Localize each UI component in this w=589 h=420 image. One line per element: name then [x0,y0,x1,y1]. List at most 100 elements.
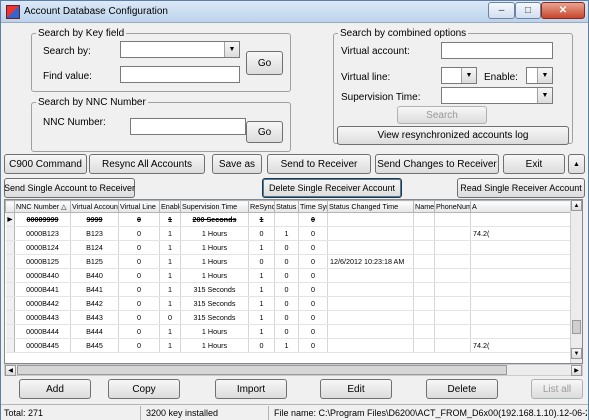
table-cell[interactable]: 200 Seconds [180,212,249,227]
table-row[interactable]: 0000B442 B442 0 1 315 Seconds 1 0 0 [5,296,582,311]
table-cell[interactable]: 0 [118,212,160,227]
table-cell[interactable]: 0 [118,324,160,339]
table-cell[interactable]: 1 [159,212,181,227]
scroll-up-icon[interactable]: ▲ [571,200,582,211]
table-cell[interactable]: B440 [70,268,119,283]
accounts-grid[interactable]: NNC Number △ Virtual Account Virtual Lin… [4,199,583,364]
table-cell[interactable]: 0 [248,226,275,241]
resync-all-button[interactable]: Resync All Accounts [89,154,205,174]
table-cell[interactable] [413,226,435,241]
table-cell[interactable]: 0 [118,240,160,255]
table-cell[interactable]: 315 Seconds [180,310,249,325]
table-cell[interactable] [327,240,414,255]
virtual-account-input[interactable] [441,42,553,59]
import-button[interactable]: Import [215,379,287,399]
column-header-phone-num[interactable]: PhoneNum [434,200,471,213]
table-cell[interactable]: 1 [159,282,181,297]
close-button[interactable]: ✕ [541,2,585,19]
table-cell[interactable]: 0 [118,296,160,311]
table-row[interactable]: 0000B445 B445 0 1 1 Hours 0 1 0 74.2( [5,338,582,353]
table-cell[interactable] [434,324,471,339]
table-cell[interactable]: 1 [159,324,181,339]
table-cell[interactable] [413,338,435,353]
table-cell[interactable]: 0 [118,282,160,297]
column-header-status[interactable]: Status [274,200,299,213]
table-cell[interactable] [413,324,435,339]
table-cell[interactable]: 0 [298,296,328,311]
table-cell[interactable] [470,212,582,227]
table-cell[interactable] [434,296,471,311]
table-cell[interactable]: 0 [298,324,328,339]
table-cell[interactable]: B125 [70,254,119,269]
delete-button[interactable]: Delete [426,379,498,399]
table-cell[interactable] [413,212,435,227]
table-cell[interactable]: 315 Seconds [180,282,249,297]
nnc-go-button[interactable]: Go [246,121,283,143]
scroll-down-icon[interactable]: ▼ [571,348,582,359]
table-row[interactable]: 0000B123 B123 0 1 1 Hours 0 1 0 74.2( [5,226,582,241]
edit-button[interactable]: Edit [320,379,392,399]
table-cell[interactable]: 1 [248,212,275,227]
table-row[interactable]: 0000B440 B440 0 1 1 Hours 1 0 0 [5,268,582,283]
add-button[interactable]: Add [19,379,91,399]
table-cell[interactable]: 0 [248,254,275,269]
table-cell[interactable] [470,324,582,339]
table-cell[interactable]: 9999 [70,212,119,227]
enable-select[interactable]: ▼ [526,67,553,84]
table-cell[interactable]: 0 [298,212,328,227]
table-cell[interactable]: 0000B124 [14,240,71,255]
view-log-button[interactable]: View resynchronized accounts log [337,126,569,145]
table-cell[interactable]: 1 Hours [180,324,249,339]
column-header-virtual-line[interactable]: Virtual Line [118,200,160,213]
delete-single-account-button[interactable]: Delete Single Receiver Account [262,178,402,198]
table-cell[interactable]: 1 [248,240,275,255]
table-cell[interactable] [327,212,414,227]
table-cell[interactable]: 0 [298,240,328,255]
table-row[interactable]: 0000B444 B444 0 1 1 Hours 1 0 0 [5,324,582,339]
table-cell[interactable]: 0000B444 [14,324,71,339]
table-cell[interactable]: 1 [159,254,181,269]
table-cell[interactable] [327,282,414,297]
table-cell[interactable] [434,338,471,353]
table-cell[interactable]: 0000B441 [14,282,71,297]
table-cell[interactable]: 0000B440 [14,268,71,283]
table-cell[interactable]: 0000B123 [14,226,71,241]
table-cell[interactable] [274,212,299,227]
table-cell[interactable]: 0 [274,240,299,255]
table-cell[interactable]: 0 [118,226,160,241]
minimize-button[interactable]: – [488,2,515,19]
virtual-line-select[interactable]: ▼ [441,67,477,84]
horizontal-scrollbar[interactable]: ◀ ▶ [4,364,583,376]
table-cell[interactable] [327,268,414,283]
table-cell[interactable] [434,268,471,283]
table-cell[interactable]: 1 Hours [180,268,249,283]
table-cell[interactable] [327,296,414,311]
column-header-nnc-number[interactable]: NNC Number △ [14,200,71,213]
list-all-button[interactable]: List all [531,379,583,399]
table-cell[interactable] [413,240,435,255]
key-go-button[interactable]: Go [246,51,283,75]
table-cell[interactable]: 0 [274,324,299,339]
table-cell[interactable] [327,226,414,241]
table-cell[interactable]: 1 Hours [180,226,249,241]
table-cell[interactable]: 1 [274,226,299,241]
table-cell[interactable]: B443 [70,310,119,325]
column-header-virtual-account[interactable]: Virtual Account [70,200,119,213]
table-cell[interactable]: 0 [274,254,299,269]
table-cell[interactable] [470,282,582,297]
table-cell[interactable]: B124 [70,240,119,255]
scroll-right-icon[interactable]: ▶ [571,365,582,376]
table-cell[interactable] [434,310,471,325]
table-cell[interactable]: 1 [159,240,181,255]
table-cell[interactable] [470,310,582,325]
column-header-time-sync[interactable]: Time Sync [298,200,328,213]
table-cell[interactable] [413,268,435,283]
table-cell[interactable]: 1 [248,282,275,297]
table-cell[interactable] [470,240,582,255]
table-cell[interactable]: 0 [298,268,328,283]
table-cell[interactable]: 0000B442 [14,296,71,311]
table-cell[interactable]: 0 [298,226,328,241]
table-cell[interactable]: 1 [159,226,181,241]
table-row[interactable]: 0000B124 B124 0 1 1 Hours 1 0 0 [5,240,582,255]
column-header-enable[interactable]: Enable [159,200,181,213]
